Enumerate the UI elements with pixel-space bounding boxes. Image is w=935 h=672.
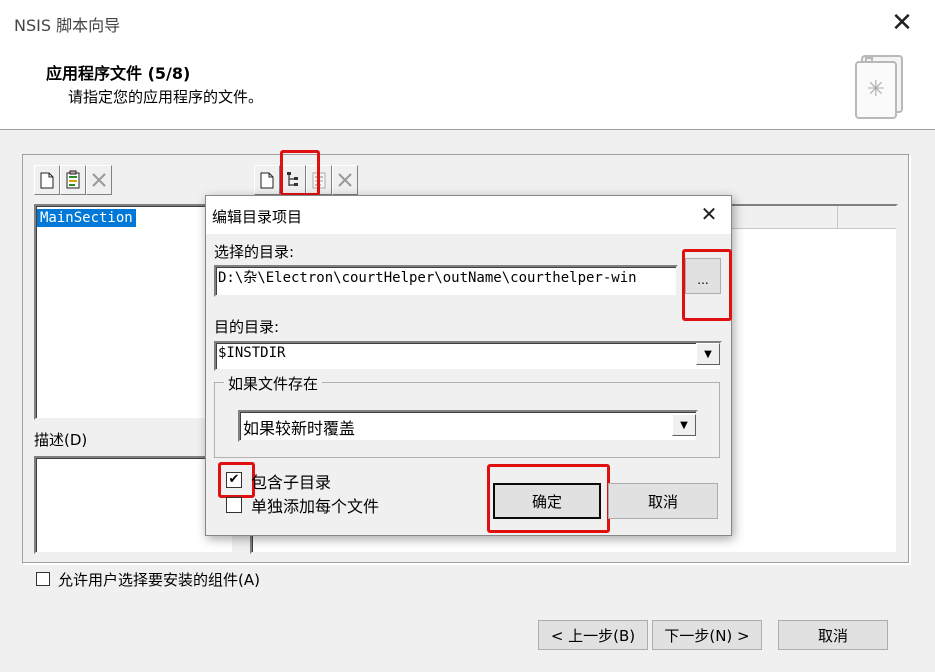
allow-select-checkbox[interactable] — [36, 572, 50, 586]
sections-tree[interactable]: MainSection — [34, 204, 234, 420]
add-each-file-label: 单独添加每个文件 — [251, 497, 380, 516]
description-label: 描述(D) — [34, 431, 88, 449]
svg-text:✳: ✳ — [867, 77, 885, 102]
wizard-document-icon: ✳ — [852, 52, 908, 122]
highlight-browse — [682, 249, 732, 321]
dialog-cancel-button[interactable]: 取消 — [608, 483, 718, 519]
edit-directory-dialog: 编辑目录项目 ✕ 选择的目录: D:\杂\Electron\courtHelpe… — [205, 195, 732, 536]
if-exists-group-label: 如果文件存在 — [224, 373, 323, 394]
dest-dir-label: 目的目录: — [214, 318, 280, 336]
add-each-file-checkbox[interactable] — [226, 497, 242, 513]
highlight-include-subdirs — [218, 462, 255, 498]
dialog-title: 编辑目录项目 — [212, 208, 303, 226]
highlight-add-directory — [280, 150, 320, 196]
window-title: NSIS 脚本向导 — [14, 16, 121, 35]
if-exists-dropdown-arrow-icon[interactable]: ▼ — [672, 414, 696, 436]
if-exists-value: 如果较新时覆盖 — [243, 419, 356, 438]
source-dir-input[interactable]: D:\杂\Electron\courtHelper\outName\courth… — [214, 265, 678, 297]
cancel-button[interactable]: 取消 — [778, 620, 888, 650]
delete-file-icon[interactable] — [332, 165, 358, 195]
dialog-close-icon[interactable]: ✕ — [694, 202, 724, 228]
back-button[interactable]: < 上一步(B) — [538, 620, 648, 650]
dest-dir-combobox[interactable]: $INSTDIR ▼ — [214, 341, 722, 371]
source-dir-label: 选择的目录: — [214, 243, 295, 261]
include-subdirs-label: 包含子目录 — [251, 473, 332, 492]
delete-section-icon[interactable] — [86, 165, 112, 195]
add-file-icon[interactable] — [254, 165, 280, 195]
window-close-icon[interactable]: ✕ — [885, 8, 919, 42]
description-box — [34, 456, 234, 554]
next-button[interactable]: 下一步(N) > — [652, 620, 762, 650]
page-title: 应用程序文件 (5/8) — [46, 64, 191, 83]
page-subtitle: 请指定您的应用程序的文件。 — [68, 88, 264, 106]
tree-item-mainsection[interactable]: MainSection — [37, 209, 136, 227]
dest-dropdown-arrow-icon[interactable]: ▼ — [696, 343, 720, 365]
column-divider[interactable] — [837, 206, 838, 228]
new-section-icon[interactable] — [34, 165, 60, 195]
sections-toolbar — [34, 165, 112, 197]
highlight-ok — [487, 464, 610, 533]
allow-select-label: 允许用户选择要安装的组件(A) — [58, 571, 260, 589]
if-exists-combobox[interactable]: 如果较新时覆盖 ▼ — [238, 410, 698, 442]
title-bar — [0, 0, 935, 42]
edit-section-icon[interactable] — [60, 165, 86, 195]
dest-dir-value: $INSTDIR — [218, 345, 286, 361]
